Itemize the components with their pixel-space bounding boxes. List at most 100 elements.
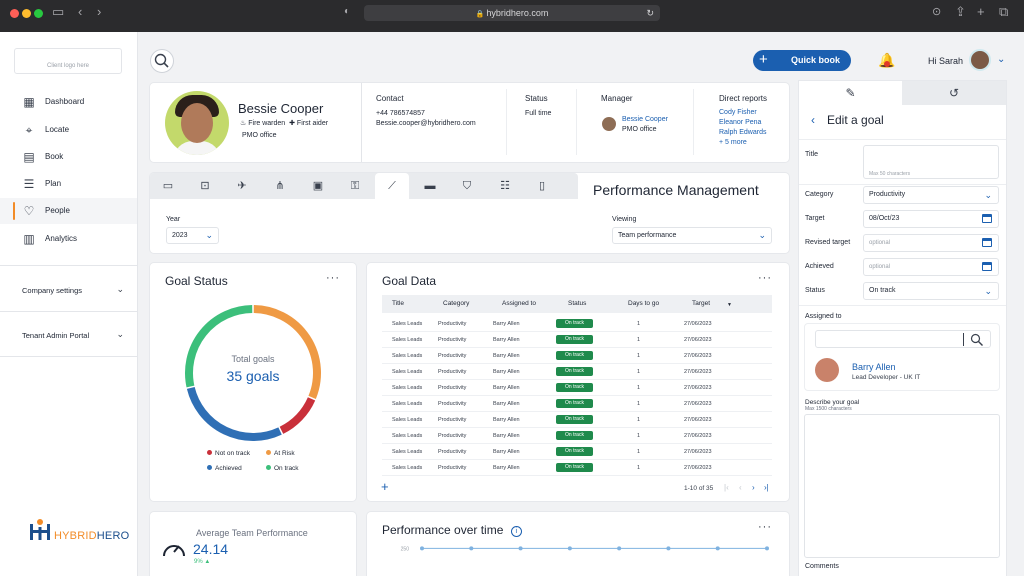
data-point[interactable] bbox=[617, 546, 622, 551]
direct-report-link[interactable]: Ralph Edwards bbox=[719, 128, 766, 138]
table-row[interactable]: Sales Leads Productivity Barry Allen On tra… bbox=[382, 380, 772, 396]
laptop-icon[interactable]: ▬ bbox=[416, 173, 444, 199]
contact-email[interactable]: Bessie.cooper@hybridhero.com bbox=[376, 119, 476, 128]
table-row[interactable]: Sales Leads Productivity Barry Allen On tra… bbox=[382, 428, 772, 444]
status-select[interactable]: On track ⌄ bbox=[863, 282, 999, 300]
data-point[interactable] bbox=[666, 546, 671, 551]
table-row[interactable]: Sales Leads Productivity Barry Allen On tra… bbox=[382, 364, 772, 380]
user-greeting[interactable]: Hi Sarah bbox=[928, 56, 963, 66]
contact-phone[interactable]: +44 786574857 bbox=[376, 109, 425, 118]
sidebar-item-book[interactable]: ▤ Book bbox=[0, 144, 137, 170]
assignee-name[interactable]: Barry Allen bbox=[852, 362, 896, 372]
back-icon[interactable]: ‹ bbox=[78, 5, 82, 19]
back-arrow-icon[interactable]: ‹ bbox=[811, 113, 815, 127]
more-reports-link[interactable]: + 5 more bbox=[719, 138, 747, 148]
search-icon[interactable] bbox=[970, 333, 984, 347]
search-button[interactable] bbox=[150, 49, 174, 73]
column-days[interactable]: Days to go bbox=[628, 300, 659, 307]
table-cell: Sales Leads bbox=[392, 321, 423, 327]
tenant-admin-dropdown[interactable]: Tenant Admin Portal ⌄ bbox=[22, 329, 124, 340]
sort-desc-icon[interactable]: ▼ bbox=[727, 302, 732, 308]
data-point[interactable] bbox=[469, 546, 474, 551]
table-row[interactable]: Sales Leads Productivity Barry Allen On tra… bbox=[382, 460, 772, 476]
org-chart-icon[interactable]: ⋔ bbox=[266, 173, 294, 199]
sidebar-item-people[interactable]: ♡ People bbox=[0, 198, 137, 224]
category-select[interactable]: Productivity ⌄ bbox=[863, 186, 999, 204]
table-row[interactable]: Sales Leads Productivity Barry Allen On tra… bbox=[382, 412, 772, 428]
sidebar-toggle-icon[interactable]: ▭ bbox=[52, 5, 64, 19]
chevron-down-icon[interactable]: ⌄ bbox=[997, 54, 1005, 65]
table-row[interactable]: Sales Leads Productivity Barry Allen On tra… bbox=[382, 316, 772, 332]
data-point[interactable] bbox=[518, 546, 523, 551]
calendar-icon[interactable] bbox=[982, 262, 992, 271]
forward-icon[interactable]: › bbox=[97, 5, 101, 19]
close-window-button[interactable] bbox=[10, 9, 19, 18]
last-page-icon[interactable]: ›| bbox=[764, 483, 769, 492]
data-point[interactable] bbox=[765, 546, 769, 551]
calendar-icon[interactable] bbox=[982, 238, 992, 247]
next-page-icon[interactable]: › bbox=[752, 483, 755, 492]
quick-book-button[interactable]: + Quick book bbox=[753, 50, 851, 71]
direct-report-link[interactable]: Cody Fisher bbox=[719, 108, 757, 118]
describe-goal-textarea[interactable] bbox=[804, 414, 1000, 558]
plane-icon[interactable]: ✈ bbox=[228, 173, 256, 199]
history-tab[interactable]: ↺ bbox=[902, 81, 1006, 105]
shield-icon[interactable]: ◐ bbox=[344, 5, 350, 19]
data-point[interactable] bbox=[567, 546, 572, 551]
sidebar-item-label: Dashboard bbox=[45, 97, 85, 106]
column-status[interactable]: Status bbox=[568, 300, 586, 307]
monitor-icon[interactable]: ▭ bbox=[154, 173, 182, 199]
data-point[interactable] bbox=[715, 546, 720, 551]
table-row[interactable]: Sales Leads Productivity Barry Allen On tra… bbox=[382, 332, 772, 348]
reload-icon[interactable]: ↻ bbox=[646, 5, 654, 21]
first-page-icon[interactable]: |‹ bbox=[724, 483, 729, 492]
document-icon[interactable]: ▯ bbox=[528, 173, 556, 199]
table-row[interactable]: Sales Leads Productivity Barry Allen On tra… bbox=[382, 396, 772, 412]
tabs-icon[interactable]: ⧉ bbox=[999, 5, 1008, 19]
assignee-search-input[interactable] bbox=[815, 330, 991, 348]
download-icon[interactable]: ⊙ bbox=[932, 5, 941, 19]
sidebar-item-locate[interactable]: ⌖ Locate bbox=[0, 117, 137, 143]
maximize-window-button[interactable] bbox=[34, 9, 43, 18]
avatar[interactable] bbox=[969, 49, 991, 71]
add-goal-button[interactable]: + bbox=[381, 479, 389, 494]
performance-chart-icon[interactable]: ⟋ bbox=[375, 173, 409, 199]
sidebar-item-dashboard[interactable]: ▦ Dashboard bbox=[0, 89, 137, 115]
year-select[interactable]: 2023 ⌄ bbox=[166, 227, 219, 244]
more-icon[interactable]: ··· bbox=[758, 272, 772, 284]
column-title[interactable]: Title bbox=[392, 300, 404, 307]
sidebar-item-analytics[interactable]: ▥ Analytics bbox=[0, 226, 137, 252]
column-assigned[interactable]: Assigned to bbox=[502, 300, 536, 307]
column-target[interactable]: Target bbox=[692, 300, 710, 307]
target-date-input[interactable]: 08/Oct/23 bbox=[863, 210, 999, 228]
share-icon[interactable]: ⇪ bbox=[955, 5, 966, 19]
prev-page-icon[interactable]: ‹ bbox=[739, 483, 742, 492]
table-cell: 27/06/2023 bbox=[684, 433, 712, 439]
new-tab-icon[interactable]: + bbox=[977, 5, 985, 19]
data-point[interactable] bbox=[420, 546, 424, 551]
key-icon[interactable]: ⚿ bbox=[341, 173, 369, 199]
viewing-select[interactable]: Team performance ⌄ bbox=[612, 227, 772, 244]
id-card-icon[interactable]: ▣ bbox=[304, 173, 332, 199]
title-input[interactable]: Max 50 characters bbox=[863, 145, 999, 179]
shield-check-icon[interactable]: ⛉ bbox=[453, 173, 481, 199]
direct-report-link[interactable]: Eleanor Pena bbox=[719, 118, 761, 128]
table-row[interactable]: Sales Leads Productivity Barry Allen On tra… bbox=[382, 444, 772, 460]
company-settings-dropdown[interactable]: Company settings ⌄ bbox=[22, 284, 124, 295]
divider bbox=[963, 333, 964, 346]
achieved-date-input[interactable]: optional bbox=[863, 258, 999, 276]
column-category[interactable]: Category bbox=[443, 300, 469, 307]
calendar-icon[interactable] bbox=[982, 214, 992, 223]
table-row[interactable]: Sales Leads Productivity Barry Allen On tra… bbox=[382, 348, 772, 364]
donut-slice-achieved[interactable] bbox=[186, 386, 282, 441]
address-bar[interactable]: 🔒 hybridhero.com ↻ bbox=[364, 5, 660, 21]
sidebar-item-plan[interactable]: ☰ Plan bbox=[0, 171, 137, 197]
checklist-icon[interactable]: ☷ bbox=[491, 173, 519, 199]
manager-name-link[interactable]: Bessie Cooper bbox=[622, 115, 668, 125]
briefcase-icon[interactable]: ⊡ bbox=[191, 173, 219, 199]
edit-tab[interactable]: ✎ bbox=[799, 81, 902, 105]
minimize-window-button[interactable] bbox=[22, 9, 31, 18]
donut-slice-not-on-track[interactable] bbox=[279, 397, 316, 434]
table-cell: Productivity bbox=[438, 353, 467, 359]
revised-target-input[interactable]: optional bbox=[863, 234, 999, 252]
